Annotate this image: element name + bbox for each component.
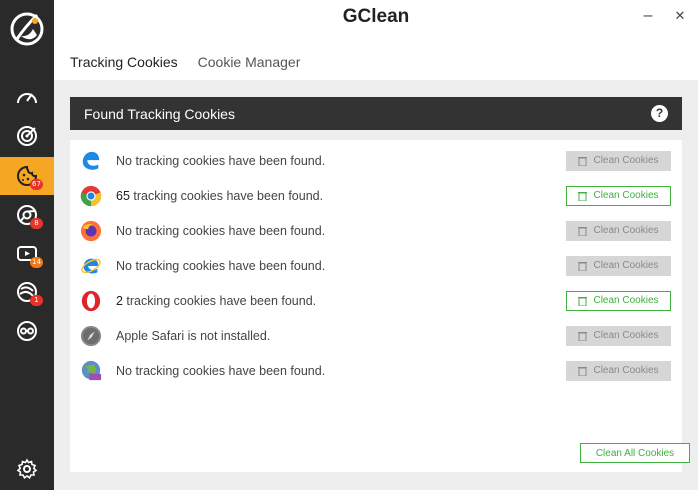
row-message: 65 tracking cookies have been found. [116,189,323,203]
section-header: Found Tracking Cookies ? [70,97,682,130]
edge-icon [82,151,100,170]
globe-www-icon [81,360,102,380]
safari-icon [80,325,102,346]
tracking-count-badge: 1 [30,295,43,306]
sidebar-item-cookies[interactable]: 67 [0,157,54,195]
clean-cookies-label: Clean Cookies [593,260,659,271]
tab-cookie-manager[interactable]: Cookie Manager [198,54,301,74]
sidebar: 67 8 14 1 [0,0,54,490]
trash-icon [578,156,588,166]
browser-row-opera: 2 tracking cookies have been found. Clea… [70,283,682,318]
browser-row-ie: No tracking cookies have been found. Cle… [70,248,682,283]
row-message: 2 tracking cookies have been found. [116,294,316,308]
clean-cookies-button-opera[interactable]: Clean Cookies [566,290,671,311]
browser-list: No tracking cookies have been found. Cle… [70,140,682,472]
clean-cookies-button-ie[interactable]: Clean Cookies [566,255,671,276]
trash-icon [578,296,588,306]
trash-icon [578,261,588,271]
sidebar-item-tracking[interactable]: 1 [0,273,54,311]
sidebar-item-settings[interactable] [0,450,54,488]
help-icon[interactable]: ? [651,105,668,122]
firefox-icon [80,220,102,241]
clean-cookies-label: Clean Cookies [593,295,659,306]
cookie-count: 65 [116,188,130,203]
row-message-text: tracking cookies have been found. [129,188,324,203]
minimize-button[interactable]: – [636,4,660,28]
glasses-icon [17,321,37,341]
clean-cookies-button-firefox[interactable]: Clean Cookies [566,220,671,241]
trash-icon [578,331,588,341]
row-message: No tracking cookies have been found. [116,259,325,273]
app-logo [0,0,54,58]
clean-cookies-button-chrome[interactable]: Clean Cookies [566,185,671,206]
target-icon [17,126,37,146]
opera-icon [81,290,101,311]
row-message-text: No tracking cookies have been found. [116,153,326,168]
row-message: No tracking cookies have been found. [116,364,325,378]
app-title: GClean [342,6,410,27]
browser-row-firefox: No tracking cookies have been found. Cle… [70,213,682,248]
gear-icon [16,458,38,479]
row-message-text: No tracking cookies have been found. [116,363,326,378]
trash-icon [578,226,588,236]
clean-cookies-label: Clean Cookies [593,190,659,201]
row-message-text: No tracking cookies have been found. [116,258,326,273]
row-message-text: No tracking cookies have been found. [116,223,326,238]
tab-bar: Tracking Cookies Cookie Manager [70,54,300,74]
browser-row-safari: Apple Safari is not installed. Clean Coo… [70,318,682,353]
speedometer-icon [17,93,37,104]
section-title: Found Tracking Cookies [84,105,235,122]
clean-cookies-label: Clean Cookies [593,225,659,236]
tab-tracking-cookies[interactable]: Tracking Cookies [70,54,178,74]
trash-icon [578,366,588,376]
clean-cookies-button-safari[interactable]: Clean Cookies [566,325,671,346]
cookies-count-badge: 67 [30,179,43,190]
internet-explorer-icon [81,258,101,273]
clean-cookies-button-edge[interactable]: Clean Cookies [566,150,671,171]
close-button[interactable]: ✕ [668,4,692,28]
clean-cookies-label: Clean Cookies [593,330,659,341]
row-message: Apple Safari is not installed. [116,329,270,343]
sidebar-item-target[interactable] [0,117,54,155]
trash-icon [578,191,588,201]
clean-cookies-label: Clean Cookies [593,155,659,166]
chrome-count-badge: 8 [30,218,43,229]
clean-all-cookies-button[interactable]: Clean All Cookies [580,443,690,463]
gclean-logo-icon [10,12,44,46]
sidebar-item-privacy[interactable] [0,312,54,350]
row-message: No tracking cookies have been found. [116,154,325,168]
browser-row-edge: No tracking cookies have been found. Cle… [70,143,682,178]
row-message-text: tracking cookies have been found. [122,293,317,308]
youtube-count-badge: 14 [30,257,43,268]
clean-cookies-label: Clean Cookies [593,365,659,376]
sidebar-item-speed[interactable] [0,79,54,117]
browser-row-other: No tracking cookies have been found. Cle… [70,353,682,388]
clean-cookies-button-other[interactable]: Clean Cookies [566,360,671,381]
sidebar-item-chrome[interactable]: 8 [0,196,54,234]
row-message: No tracking cookies have been found. [116,224,325,238]
browser-row-chrome: 65 tracking cookies have been found. Cle… [70,178,682,213]
chrome-icon [80,185,102,206]
row-message-text: Apple Safari is not installed. [116,328,271,343]
sidebar-item-youtube[interactable]: 14 [0,235,54,273]
cookie-count: 2 [116,293,123,308]
